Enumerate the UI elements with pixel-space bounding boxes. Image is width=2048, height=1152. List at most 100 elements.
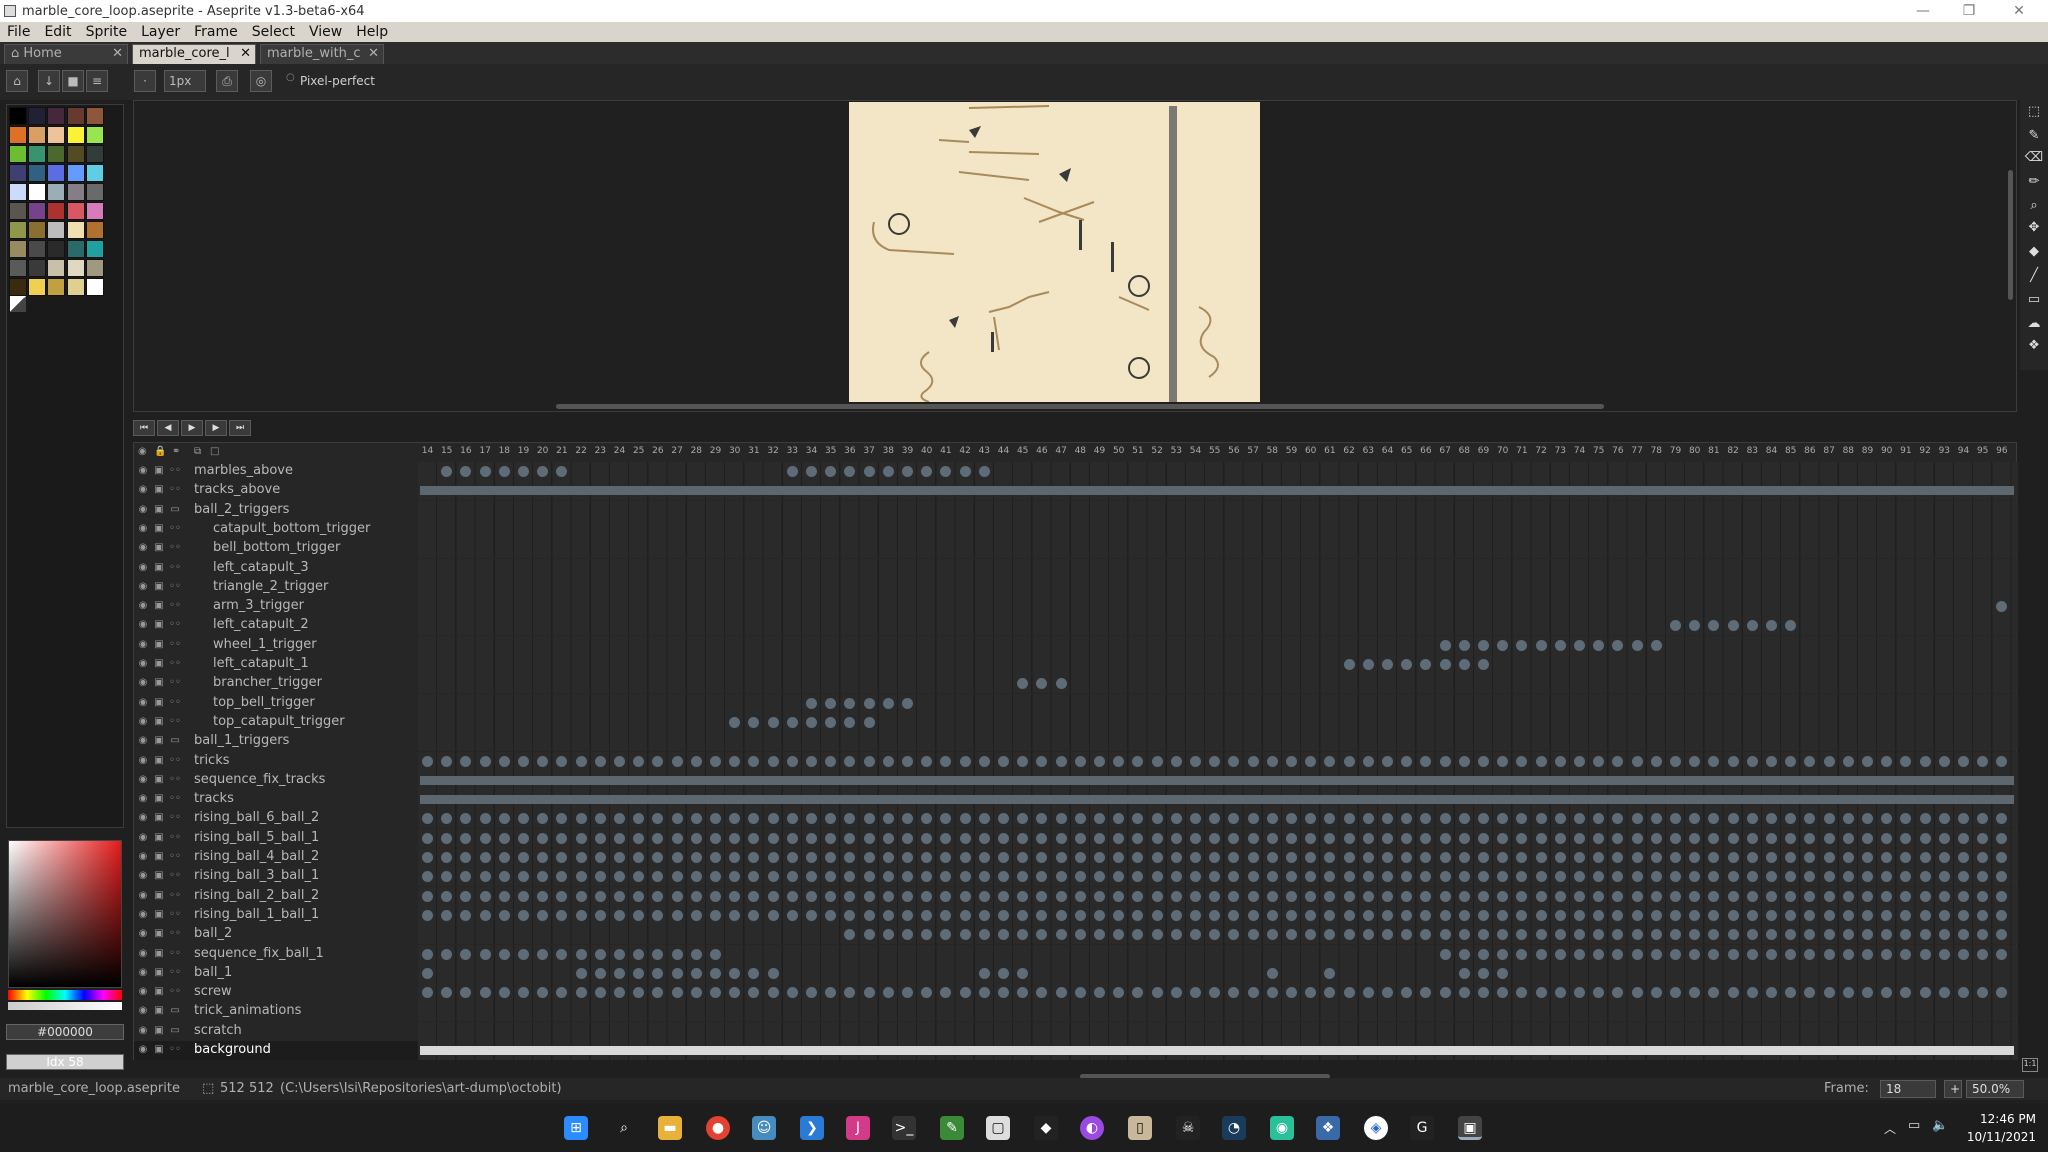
cel[interactable] xyxy=(1478,639,1489,651)
cel-strip[interactable] xyxy=(418,577,2018,597)
cel[interactable] xyxy=(998,987,1009,999)
palette-swatch[interactable] xyxy=(66,164,85,182)
cel[interactable] xyxy=(786,852,798,863)
cel-strip[interactable] xyxy=(418,963,2018,983)
eye-icon[interactable]: ◉ xyxy=(136,658,150,670)
cel[interactable] xyxy=(825,852,837,863)
cel[interactable] xyxy=(1650,813,1662,825)
cel[interactable] xyxy=(1324,832,1336,844)
cel[interactable] xyxy=(1324,871,1336,883)
frame-number[interactable]: 86 xyxy=(1800,446,1819,456)
palette-menu-icon[interactable]: ≡ xyxy=(86,70,108,92)
cel[interactable] xyxy=(1286,852,1297,863)
cel-strip[interactable] xyxy=(418,828,2018,848)
cel[interactable] xyxy=(1055,987,1067,999)
cel[interactable] xyxy=(729,832,741,844)
cel[interactable] xyxy=(1497,987,1509,999)
cel[interactable] xyxy=(1631,948,1643,960)
palette-swatch[interactable] xyxy=(85,183,104,201)
cel[interactable] xyxy=(1996,890,2008,902)
cel[interactable] xyxy=(1190,929,1201,941)
cel[interactable] xyxy=(786,716,798,728)
palette-swatch[interactable] xyxy=(66,107,85,125)
cel[interactable] xyxy=(1938,871,1950,883)
terminal-icon[interactable]: >_ xyxy=(892,1116,916,1140)
cel-strip[interactable] xyxy=(418,925,2018,945)
cel[interactable] xyxy=(1593,755,1605,767)
cel[interactable] xyxy=(1996,852,2008,863)
cel-strip[interactable] xyxy=(418,539,2018,559)
cel[interactable] xyxy=(1650,929,1662,941)
folder-icon[interactable]: ▭ xyxy=(168,735,182,747)
cel[interactable] xyxy=(1458,909,1470,921)
cel[interactable] xyxy=(1036,871,1048,883)
cel-strip[interactable] xyxy=(418,616,2018,636)
cel[interactable] xyxy=(614,852,625,863)
eye-icon[interactable]: ◉ xyxy=(136,600,150,612)
cel[interactable] xyxy=(1919,948,1931,960)
frame-number[interactable]: 85 xyxy=(1781,446,1800,456)
lock-icon[interactable]: ▣ xyxy=(152,658,166,670)
brush-type-icon[interactable]: · xyxy=(134,70,156,92)
cel[interactable] xyxy=(1324,909,1336,921)
cel[interactable] xyxy=(1631,909,1643,921)
cel[interactable] xyxy=(1574,832,1585,844)
folder-icon[interactable]: ▭ xyxy=(168,1005,182,1017)
cel[interactable] xyxy=(1305,832,1317,844)
frame-number[interactable]: 78 xyxy=(1647,446,1666,456)
cel[interactable] xyxy=(1535,755,1547,767)
cel[interactable] xyxy=(556,852,568,863)
cel[interactable] xyxy=(1151,832,1163,844)
palette-swatch[interactable] xyxy=(9,259,27,277)
continuous-icon[interactable]: ◦◦ xyxy=(168,716,182,728)
palette-swatch[interactable] xyxy=(28,278,47,296)
cel-strip[interactable] xyxy=(418,558,2018,578)
frame-number[interactable]: 87 xyxy=(1820,446,1839,456)
cel[interactable] xyxy=(556,871,568,883)
cel[interactable] xyxy=(1113,929,1125,941)
cel[interactable] xyxy=(806,466,817,477)
cel[interactable] xyxy=(1478,967,1489,979)
palette-swatch[interactable] xyxy=(47,259,66,277)
cel[interactable] xyxy=(1823,813,1835,825)
frame-field[interactable]: 18 xyxy=(1880,1080,1936,1098)
cel[interactable] xyxy=(1401,871,1413,883)
cel[interactable] xyxy=(690,948,702,960)
zoom-field[interactable]: 50.0% xyxy=(1966,1080,2024,1098)
cel[interactable] xyxy=(1305,909,1317,921)
cel[interactable] xyxy=(1055,755,1067,767)
cel[interactable] xyxy=(1746,929,1758,941)
cel[interactable] xyxy=(1266,755,1278,767)
continuous-icon[interactable]: ◦◦ xyxy=(168,948,182,960)
cel[interactable] xyxy=(1804,929,1816,941)
cel[interactable] xyxy=(1881,871,1893,883)
layer-row[interactable]: ◉ ▣ ◦◦ rising_ball_3_ball_1 xyxy=(134,867,418,886)
cel[interactable] xyxy=(479,466,491,477)
close-icon[interactable]: ✕ xyxy=(112,46,123,61)
close-icon[interactable]: ✕ xyxy=(240,46,251,61)
cel[interactable] xyxy=(1900,987,1912,999)
cel[interactable] xyxy=(1497,929,1509,941)
palette-swatch[interactable] xyxy=(66,278,85,296)
cel[interactable] xyxy=(1209,987,1221,999)
cel[interactable] xyxy=(594,987,606,999)
cel[interactable] xyxy=(767,852,779,863)
color-spectrum[interactable] xyxy=(8,840,122,988)
cel[interactable] xyxy=(959,852,971,863)
cel[interactable] xyxy=(460,890,472,902)
cel[interactable] xyxy=(1074,909,1086,921)
cel[interactable] xyxy=(1535,987,1547,999)
eye-icon[interactable]: ◉ xyxy=(136,774,150,786)
cel[interactable] xyxy=(1074,987,1086,999)
cel[interactable] xyxy=(959,813,971,825)
cel[interactable] xyxy=(1727,832,1739,844)
frame-number[interactable]: 44 xyxy=(994,446,1013,456)
tab-marble-core-loop[interactable]: marble_core_l ✕ xyxy=(132,44,256,64)
cel[interactable] xyxy=(1823,948,1835,960)
frame-number[interactable]: 83 xyxy=(1743,446,1762,456)
cel[interactable] xyxy=(1305,813,1317,825)
palette-swatch[interactable] xyxy=(85,278,104,296)
frame-number[interactable]: 22 xyxy=(572,446,591,456)
cel[interactable] xyxy=(1458,659,1470,670)
frame-number[interactable]: 17 xyxy=(476,446,495,456)
